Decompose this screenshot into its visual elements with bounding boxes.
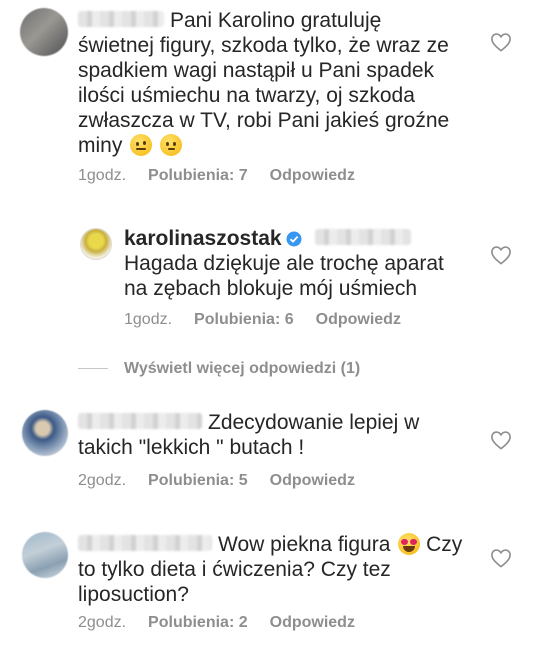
like-heart-icon[interactable]	[490, 548, 512, 568]
thinking-face-icon	[160, 134, 183, 156]
username-link[interactable]: karolinaszostak	[124, 227, 282, 250]
likes-count-link[interactable]: Polubienia: 2	[148, 614, 248, 631]
comment-text: karolinaszostak Hagada dziękuje ale troc…	[124, 226, 454, 301]
comment-time: 1godz.	[78, 167, 127, 184]
avatar[interactable]	[22, 410, 68, 456]
verified-badge-icon	[286, 228, 302, 247]
comment-time: 2godz.	[78, 614, 127, 631]
heart-eyes-face-icon	[398, 533, 421, 555]
likes-count-link[interactable]: Polubienia: 5	[148, 472, 248, 489]
view-more-label: Wyświetl więcej odpowiedzi (1)	[124, 360, 361, 377]
comment-meta: 2godz. Polubienia: 2 Odpowiedz	[78, 614, 355, 632]
blurred-username[interactable]	[78, 413, 202, 430]
comment-time: 2godz.	[78, 472, 127, 489]
comment-meta: 1godz. Polubienia: 7 Odpowiedz	[78, 167, 355, 185]
comment-text: Zdecydowanie lepiej w takich "lekkich " …	[78, 410, 458, 460]
comment-meta: 1godz. Polubienia: 6 Odpowiedz	[124, 311, 401, 329]
like-heart-icon[interactable]	[490, 430, 512, 450]
comment-body-start: Wow piekna figura	[218, 533, 391, 556]
reply-button[interactable]: Odpowiedz	[270, 167, 355, 184]
comment-time: 1godz.	[124, 311, 173, 328]
blurred-username[interactable]	[78, 535, 212, 552]
view-more-replies-button[interactable]: Wyświetl więcej odpowiedzi (1)	[78, 360, 360, 378]
like-heart-icon[interactable]	[490, 245, 512, 265]
reply-button[interactable]: Odpowiedz	[270, 472, 355, 489]
reply-button[interactable]: Odpowiedz	[270, 614, 355, 631]
likes-count-link[interactable]: Polubienia: 7	[148, 167, 248, 184]
divider-line	[78, 368, 108, 370]
reply-button[interactable]: Odpowiedz	[316, 311, 401, 328]
comment-body: Pani Karolino gratuluję świetnej figury,…	[78, 9, 450, 157]
avatar[interactable]	[22, 532, 68, 578]
comment-text: Pani Karolino gratuluję świetnej figury,…	[78, 8, 458, 158]
comment-text: Wow piekna figura Czy to tylko dieta i ć…	[78, 532, 463, 607]
face-with-raised-eyebrow-icon	[130, 134, 153, 156]
like-heart-icon[interactable]	[490, 32, 512, 52]
avatar[interactable]	[80, 228, 112, 260]
avatar[interactable]	[20, 8, 68, 56]
likes-count-link[interactable]: Polubienia: 6	[194, 311, 294, 328]
comment-meta: 2godz. Polubienia: 5 Odpowiedz	[78, 472, 355, 490]
blurred-username[interactable]	[78, 11, 164, 28]
comment-body: Hagada dziękuje ale trochę aparat na zęb…	[124, 252, 444, 300]
blurred-mention[interactable]	[315, 229, 412, 246]
